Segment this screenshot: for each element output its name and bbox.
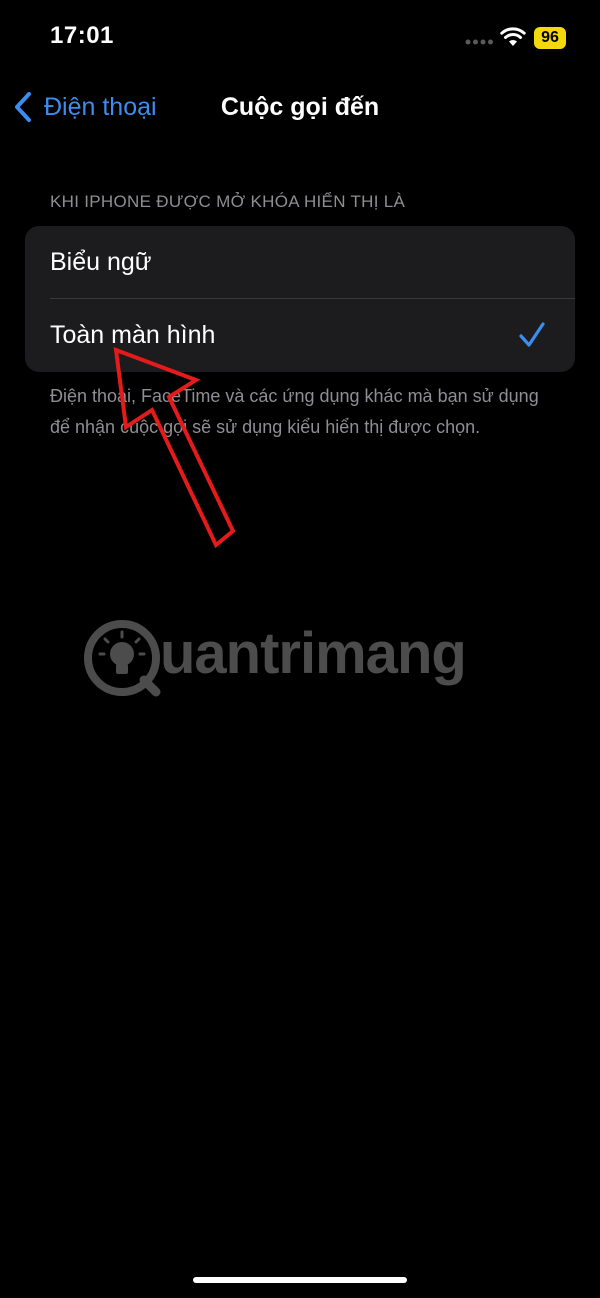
lightbulb-icon — [84, 620, 161, 697]
option-label: Toàn màn hình — [50, 321, 216, 349]
option-label: Biểu ngữ — [50, 248, 152, 276]
chevron-left-icon — [15, 92, 31, 122]
section-footer: Điện thoại, FaceTime và các ứng dụng khá… — [50, 386, 539, 437]
watermark: uantrimang — [82, 610, 467, 710]
cellular-signal-icon — [465, 39, 493, 45]
wifi-icon — [500, 27, 526, 46]
back-button-label: Điện thoại — [44, 92, 157, 121]
checkmark-icon — [519, 322, 545, 347]
options-group: Biểu ngữ Toàn màn hình — [25, 226, 575, 372]
option-full-screen[interactable]: Toàn màn hình — [25, 299, 575, 372]
back-button[interactable]: Điện thoại — [12, 88, 157, 126]
home-indicator[interactable] — [193, 1277, 407, 1283]
status-time: 17:01 — [50, 22, 114, 49]
option-banner[interactable]: Biểu ngữ — [25, 226, 575, 299]
watermark-text: uantrimang — [160, 621, 467, 686]
section-header: KHI IPHONE ĐƯỢC MỞ KHÓA HIỂN THỊ LÀ — [50, 192, 406, 211]
battery-indicator: 96 — [534, 27, 566, 49]
page-title-text: Cuộc gọi đến — [220, 93, 380, 121]
status-bar: 17:01 96 — [0, 0, 600, 80]
